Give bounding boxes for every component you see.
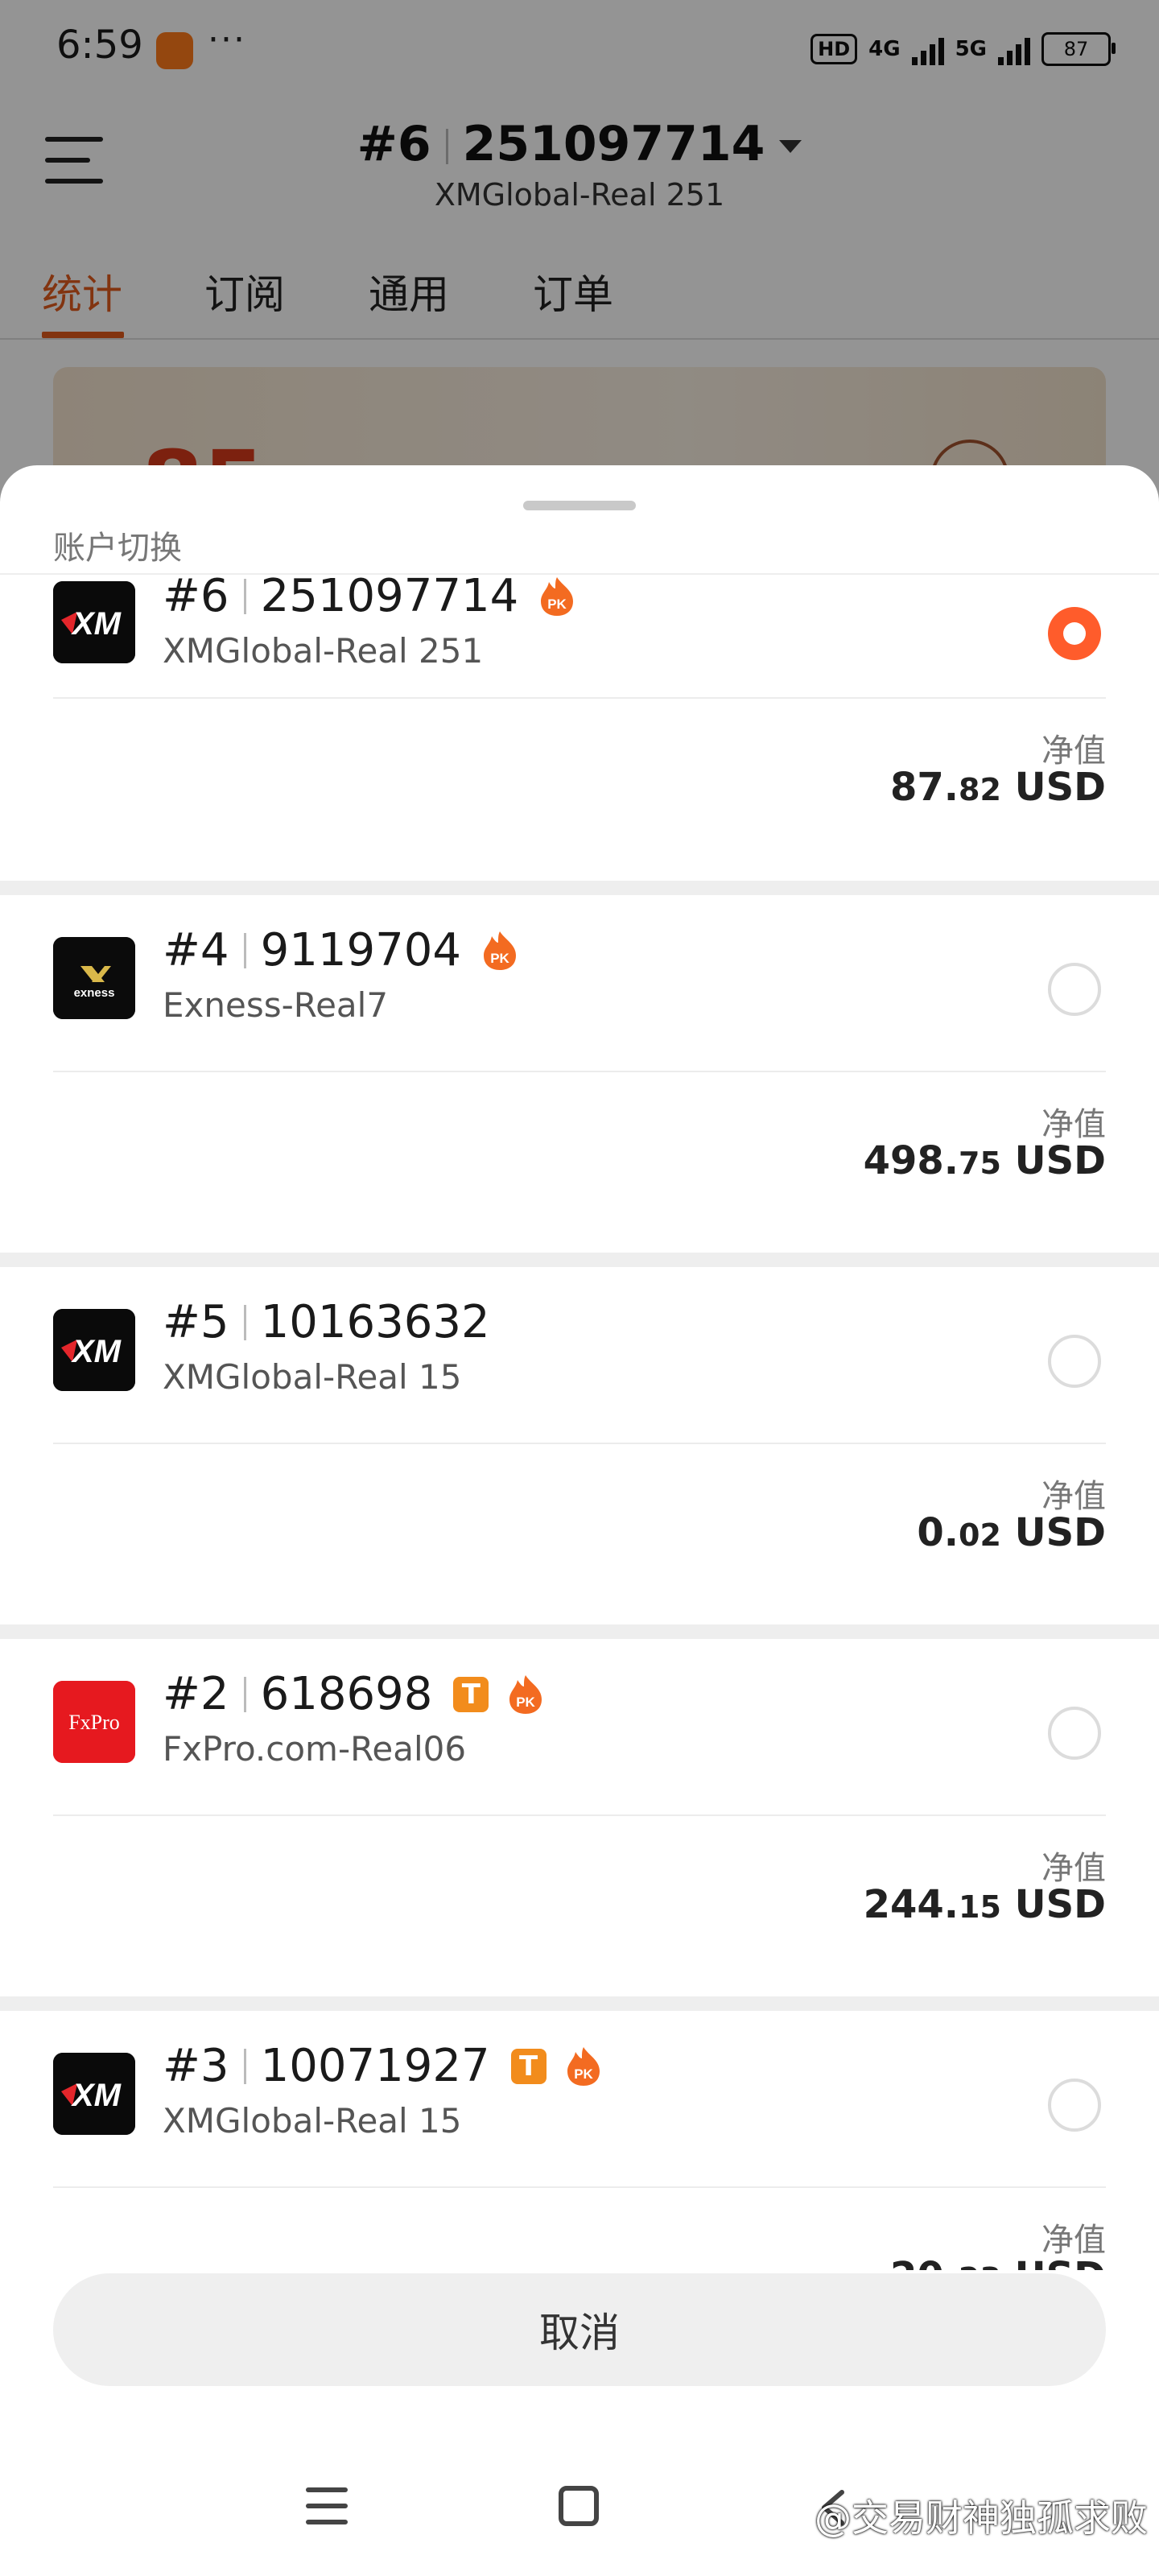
account-radio[interactable] (1048, 1335, 1101, 1388)
net-value: 244.15 USD (864, 1882, 1106, 1927)
item-divider (53, 1443, 1106, 1444)
t-badge: T (510, 2048, 547, 2084)
account-server: XMGlobal-Real 15 (163, 1357, 462, 1397)
account-index: #5 (163, 1296, 229, 1348)
account-item[interactable]: exness #4 9119704 PK Exness-Real7 净值 498.… (0, 881, 1159, 1253)
net-value-currency: USD (1015, 2254, 1106, 2270)
pk-flame-icon: PK (538, 576, 576, 617)
account-index: #4 (163, 924, 229, 976)
svg-text:PK: PK (547, 597, 567, 612)
t-badge: T (453, 1676, 489, 1712)
net-value-currency: USD (1014, 1138, 1106, 1183)
recent-apps-icon[interactable] (306, 2487, 348, 2528)
account-radio[interactable] (1048, 963, 1101, 1016)
net-value-int: 498. (863, 1138, 959, 1183)
net-value-decimal: 23 (959, 2261, 1001, 2270)
pk-flame-icon: PK (481, 930, 519, 972)
item-divider (53, 1071, 1106, 1072)
account-number: 618698 (260, 1668, 433, 1720)
net-value-int: 244. (863, 1882, 959, 1927)
account-list[interactable]: XM #6 251097714 PK XMGlobal-Real 251 净值 8… (0, 575, 1159, 2270)
svg-text:XM: XM (71, 606, 122, 642)
account-index: #3 (163, 2040, 229, 2092)
account-index: #2 (163, 1668, 229, 1720)
account-number: 9119704 (260, 924, 461, 976)
sheet-title: 账户切换 (53, 530, 182, 567)
pk-flame-icon: PK (506, 1674, 545, 1715)
net-value: 0.02 USD (917, 1510, 1106, 1555)
svg-text:XM: XM (71, 2078, 122, 2113)
svg-text:PK: PK (574, 2066, 593, 2082)
account-title: #6 251097714 PK (163, 575, 576, 622)
sheet-drag-handle[interactable] (523, 501, 636, 510)
account-title: #2 618698 T PK (163, 1668, 545, 1720)
account-title: #5 10163632 (163, 1296, 490, 1348)
home-icon[interactable] (559, 2486, 599, 2526)
net-value-decimal: 75 (959, 1146, 1001, 1181)
account-server: Exness-Real7 (163, 985, 389, 1025)
net-value: 87.82 USD (890, 765, 1106, 810)
account-title: #4 9119704 PK (163, 924, 519, 976)
account-radio[interactable] (1048, 1707, 1101, 1760)
account-radio-selected[interactable] (1048, 607, 1101, 660)
account-radio[interactable] (1048, 2079, 1101, 2132)
net-value-currency: USD (1014, 1882, 1106, 1927)
item-divider (53, 1814, 1106, 1816)
account-item[interactable]: FxPro #2 618698 T PK FxPro.com-Real06 净值 … (0, 1624, 1159, 1996)
net-value-int: 0. (917, 1510, 959, 1555)
net-value: 20.23 USD (890, 2254, 1106, 2270)
watermark: @交易财神独孤求败 (815, 2496, 1148, 2540)
xm-logo: XM (53, 2053, 135, 2135)
account-server: XMGlobal-Real 251 (163, 631, 484, 671)
net-value-currency: USD (1014, 1510, 1106, 1555)
svg-text:FxPro: FxPro (68, 1711, 120, 1734)
pk-flame-icon: PK (564, 2046, 603, 2087)
exness-logo: exness (53, 937, 135, 1019)
account-server: XMGlobal-Real 15 (163, 2101, 462, 2140)
svg-text:PK: PK (517, 1695, 536, 1710)
item-divider (53, 697, 1106, 699)
account-number: 10163632 (260, 1296, 490, 1348)
account-title: #3 10071927 T PK (163, 2040, 603, 2092)
account-switch-sheet: 账户切换 XM #6 251097714 PK XMGlobal-Real 251… (0, 465, 1159, 2576)
account-item[interactable]: XM #310071927 T PK XMGlobal-Real 15 净值 2… (0, 1996, 1159, 2270)
net-value-currency: USD (1014, 765, 1106, 810)
net-value-int: 87. (889, 765, 959, 810)
fxpro-logo: FxPro (53, 1681, 135, 1763)
svg-text:PK: PK (490, 951, 509, 966)
net-value: 498.75 USD (864, 1138, 1106, 1183)
account-server: FxPro.com-Real06 (163, 1729, 467, 1769)
account-item[interactable]: XM #5 10163632 XMGlobal-Real 15 净值 0.02 U… (0, 1253, 1159, 1624)
net-value-decimal: 15 (959, 1889, 1001, 1925)
item-divider (53, 2186, 1106, 2188)
xm-logo: XM (53, 1309, 135, 1391)
svg-text:exness: exness (74, 986, 115, 1000)
xm-logo: XM (53, 581, 135, 663)
account-item[interactable]: XM #6 251097714 PK XMGlobal-Real 251 净值 8… (0, 575, 1159, 881)
cancel-button[interactable]: 取消 (53, 2273, 1106, 2386)
account-number: 251097714 (260, 575, 519, 622)
account-number: 10071927 (260, 2040, 490, 2092)
net-value-decimal: 02 (959, 1517, 1001, 1553)
svg-text:XM: XM (71, 1334, 122, 1369)
net-value-decimal: 82 (959, 772, 1001, 807)
net-value-int: 20. (890, 2254, 959, 2270)
account-index: #6 (163, 575, 229, 622)
